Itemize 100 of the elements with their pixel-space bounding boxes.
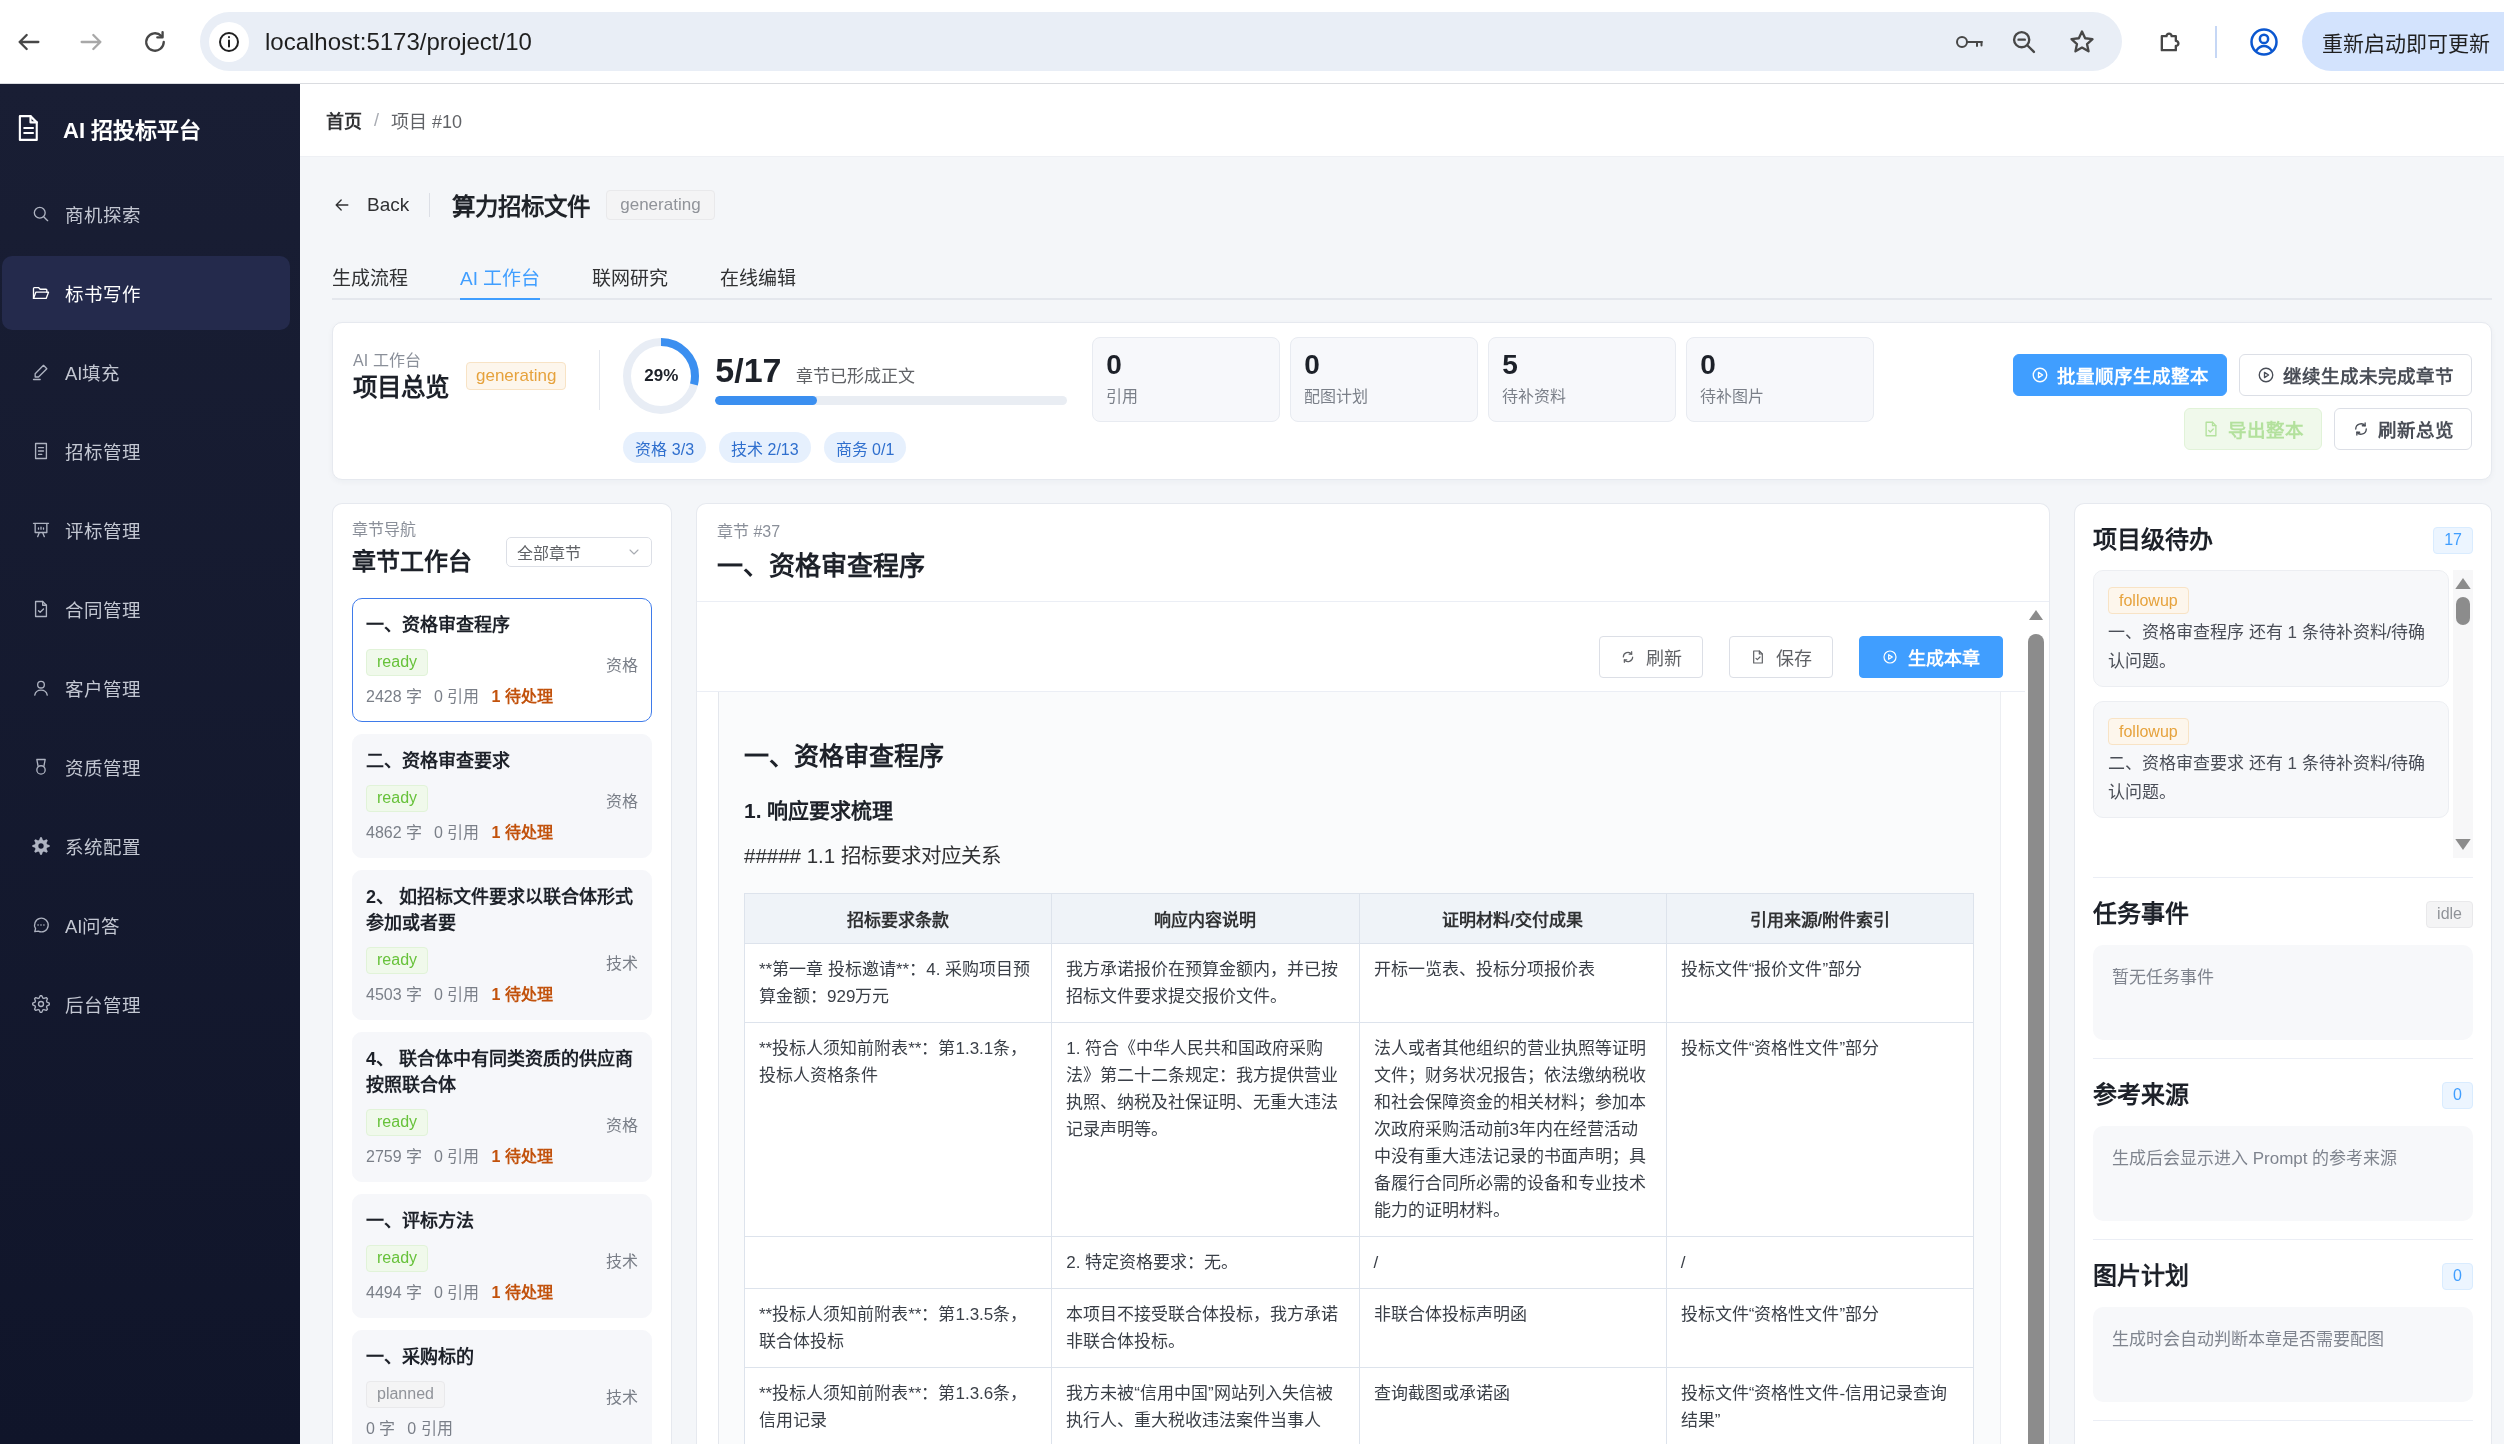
sidebar-item[interactable]: 评标管理 [2,493,290,567]
address-bar[interactable]: localhost:5173/project/10 [200,12,2122,71]
chapter-filter-select[interactable]: 全部章节 [506,537,652,567]
chapter-card[interactable]: 一、采购标的 planned 技术 0 字 0 引用 [352,1330,652,1444]
table-cell: 法人或者其他组织的营业执照等证明文件；财务状况报告；依法缴纳税收和社会保障资金的相关材料；参加本次政府采购活动前3年内在经营活动中没有重大违法记录的书面声明；具备履行合同所必需的设备和专业技术能力的证明材料。 [1359,1022,1667,1237]
section-title: 项目级待办 [2093,525,2213,555]
table-cell: / [1359,1236,1667,1289]
brand-name: AI 招投标平台 [63,117,202,144]
play-circle-icon [2257,366,2275,384]
action-button[interactable]: 继续生成未完成章节 [2239,354,2472,396]
star-icon[interactable] [2068,27,2096,56]
sidebar-item[interactable]: AI问答 [2,888,290,962]
overview-title: 项目总览 [353,373,449,403]
stat-label: 待补图片 [1700,387,1766,407]
profile-icon[interactable] [2249,26,2279,57]
chapter-category: 资格 [606,1116,638,1136]
count-badge: 0 [2442,1081,2473,1109]
status-badge: generating [606,190,715,220]
overview-eyebrow: AI 工作台 [353,351,422,371]
status-badge: ready [366,648,429,676]
sidebar-item[interactable]: 合同管理 [2,572,290,646]
table-cell: 投标文件“资格性文件”部分 [1666,1288,1974,1368]
table-header-cell: 证明材料/交付成果 [1359,893,1667,944]
tab[interactable]: 在线编辑 [720,255,797,300]
pending-count: 1 待处理 [491,822,553,843]
chapter-category: 技术 [606,954,638,974]
sidebar-item[interactable]: 后台管理 [2,967,290,1041]
sidebar-item[interactable]: 客户管理 [2,651,290,725]
todo-card[interactable]: followup 二、资格审查要求 还有 1 条待补资料/待确认问题。 [2093,701,2449,818]
table-cell: 投标文件“报价文件”部分 [1666,943,1974,1023]
empty-state-message: 生成时会自动判断本章是否需要配图 [2093,1307,2473,1402]
action-button[interactable]: 刷新总览 [2334,408,2472,450]
document-heading: 一、资格审查程序 [744,741,945,772]
triangle-up-icon[interactable] [2029,610,2043,620]
scrollbar-thumb[interactable] [2028,634,2044,1444]
update-button[interactable]: 重新启动即可更新 [2302,12,2504,71]
sidebar-item[interactable]: 系统配置 [2,809,290,883]
toolbar-button[interactable]: 保存 [1729,636,1833,678]
progress-chip: 技术 2/13 [719,432,811,463]
editor-title: 一、资格审查程序 [717,550,926,583]
section-title: 图片计划 [2093,1261,2189,1291]
todo-tag: followup [2108,587,2189,614]
count-badge: idle [2426,900,2473,928]
status-badge: planned [366,1380,445,1408]
word-count: 4503 字 [366,985,423,1005]
chapter-card[interactable]: 一、资格审查程序 ready 资格 2428 字 0 引用 1 待处理 [352,598,652,722]
table-cell: **投标人须知前附表**：第1.3.5条，联合体投标 [744,1288,1052,1368]
scrollbar-thumb[interactable] [2456,597,2470,625]
reference-count: 0 引用 [407,1419,453,1439]
pending-count: 1 待处理 [491,1282,553,1303]
triangle-up-icon[interactable] [2455,578,2471,589]
chapter-title: 二、资格审查要求 [366,750,511,773]
stat-value: 0 [1700,350,1717,380]
status-badge: ready [366,1108,429,1136]
todo-card[interactable]: followup 一、资格审查程序 还有 1 条待补资料/待确认问题。 [2093,570,2449,687]
sidebar-item[interactable]: 资质管理 [2,730,290,804]
sidebar-item[interactable]: 招标管理 [2,414,290,488]
breadcrumb-link[interactable]: 首页 [326,107,362,133]
count-badge: 0 [2442,1262,2473,1290]
refresh-icon [2352,420,2370,438]
chat-bubble-icon [31,915,51,935]
stat-value: 5 [1502,350,1519,380]
empty-state-message: 生成后会显示进入 Prompt 的参考来源 [2093,1126,2473,1221]
progress-chip: 资格 3/3 [623,432,707,463]
progress-value: 5/17 [715,350,782,390]
refresh-icon [1620,649,1636,665]
status-badge: ready [366,1244,429,1272]
chapter-category: 资格 [606,792,638,812]
toolbar-button[interactable]: 刷新 [1599,636,1703,678]
chapter-card[interactable]: 2、 如招标文件要求以联合体形式参加或者要 ready 技术 4503 字 0 引用 1 待处理 [352,870,652,1020]
triangle-down-icon[interactable] [2455,839,2471,850]
play-circle-icon [1882,649,1898,665]
search-icon [31,204,51,224]
reference-count: 0 引用 [434,687,480,707]
todo-tag: followup [2108,718,2189,745]
breadcrumb-link[interactable]: 项目 #10 [391,107,463,133]
sidebar-item[interactable]: 标书写作 [2,256,290,330]
table-cell: 非联合体投标声明函 [1359,1288,1667,1368]
chapter-card[interactable]: 4、 联合体中有同类资质的供应商按照联合体 ready 资格 2759 字 0 引用 1 待处理 [352,1032,652,1182]
info-icon[interactable] [209,21,249,62]
table-cell: **投标人须知前附表**：第1.3.1条，投标人资格条件 [744,1022,1052,1237]
panel-eyebrow: 章节导航 [352,520,417,540]
tab[interactable]: 联网研究 [592,255,669,300]
section-title: 任务事件 [2093,899,2189,929]
url-field[interactable]: localhost:5173/project/10 [265,27,532,56]
sidebar-item[interactable]: AI填充 [2,335,290,409]
word-count: 2759 字 [366,1147,423,1167]
table-cell: **投标人须知前附表**：第1.3.6条，信用记录 [744,1367,1052,1444]
chapter-card[interactable]: 二、资格审查要求 ready 资格 4862 字 0 引用 1 待处理 [352,734,652,858]
tab[interactable]: 生成流程 [332,255,408,300]
chapter-category: 技术 [606,1388,638,1408]
chapter-card[interactable]: 一、评标方法 ready 技术 4494 字 0 引用 1 待处理 [352,1194,652,1318]
word-count: 4494 字 [366,1283,423,1303]
todo-text: 二、资格审查要求 还有 1 条待补资料/待确认问题。 [2108,753,2427,804]
gear-icon [31,994,51,1014]
scrollbar-track[interactable] [2453,570,2473,858]
table-header-cell: 招标要求条款 [744,893,1052,944]
sidebar-item[interactable]: 商机探索 [2,177,290,251]
back-button[interactable]: Back [332,194,410,216]
table-cell: **第一章 投标邀请**：4. 采购项目预算金额：929万元 [744,943,1052,1023]
